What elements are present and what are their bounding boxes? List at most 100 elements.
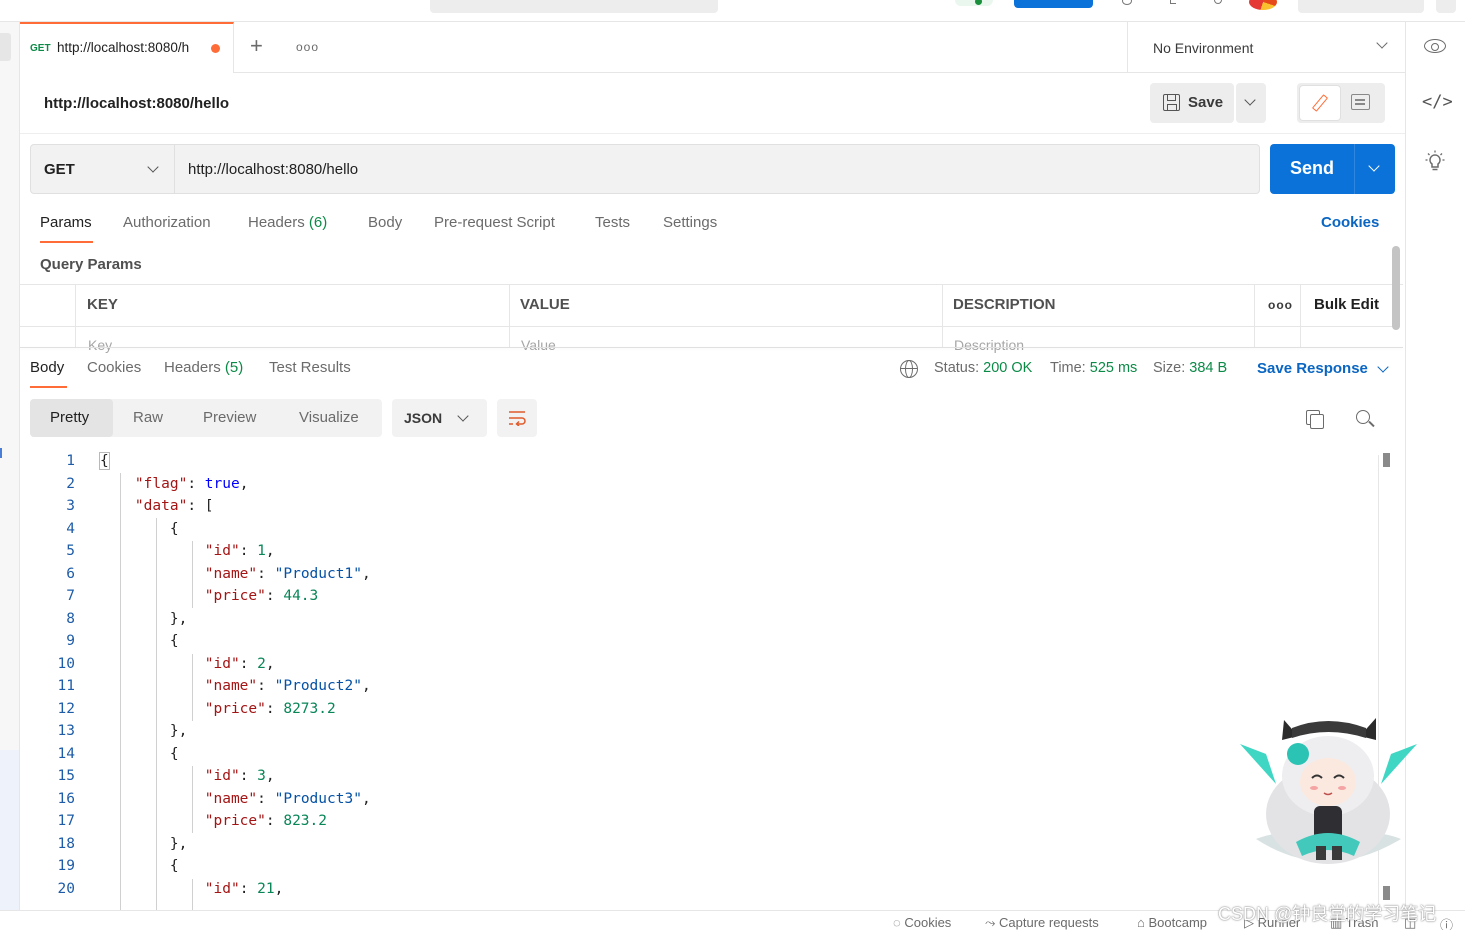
json-value-id: 3 (257, 768, 266, 784)
json-key-id: "id" (204, 655, 240, 672)
statusbar-capture-requests[interactable]: ⤳ Capture requests (985, 915, 1099, 930)
response-body-editor[interactable]: 1{ 2 "flag": true, 3 "data": [ 4 { 5 "id… (20, 451, 1385, 910)
top-header-strip (0, 0, 1465, 22)
json-value-id: 21 (257, 880, 275, 897)
line-number: 10 (57, 655, 75, 672)
line-number: 17 (57, 813, 75, 829)
column-divider (1254, 284, 1255, 348)
line-number: 12 (57, 700, 75, 717)
sidebar-active-item[interactable] (0, 33, 11, 61)
upgrade-button[interactable] (1298, 0, 1424, 13)
key-input[interactable]: Key (88, 337, 112, 353)
mascot-illustration (1240, 718, 1417, 864)
statusbar-cookies-label: Cookies (904, 915, 952, 930)
line-number: 20 (57, 880, 75, 897)
column-divider (509, 284, 510, 348)
tab-prerequest-script[interactable]: Pre-request Script (434, 214, 555, 231)
new-tab-plus-icon[interactable]: + (250, 33, 263, 59)
statusbar-bootcamp[interactable]: ⌂ Bootcamp (1137, 915, 1207, 930)
code-icon[interactable]: </> (1422, 92, 1453, 112)
editor-scrollbar-bottom[interactable] (1383, 886, 1390, 900)
method-select-label: GET (44, 161, 75, 178)
query-params-title: Query Params (40, 256, 142, 273)
global-search-bar[interactable] (430, 0, 718, 13)
size-label: Size: (1153, 360, 1186, 376)
environment-label: No Environment (1153, 40, 1254, 56)
response-tab-cookies[interactable]: Cookies (87, 359, 141, 376)
window-control[interactable] (1436, 0, 1456, 13)
line-number: 15 (57, 768, 75, 784)
globe-icon[interactable] (900, 360, 918, 378)
size-readout: Size: 384 B (1153, 360, 1227, 376)
line-number: 19 (57, 858, 75, 874)
column-header-key: KEY (87, 296, 118, 313)
tab-settings[interactable]: Settings (663, 214, 717, 231)
more-options-icon[interactable]: ooo (1268, 298, 1293, 312)
column-header-description: DESCRIPTION (953, 296, 1056, 313)
description-input[interactable]: Description (954, 337, 1024, 353)
line-number: 13 (57, 723, 75, 739)
statusbar-capture-label: Capture requests (999, 915, 1099, 930)
statusbar-cookies[interactable]: ◌ Cookies (893, 915, 951, 930)
line-number: 3 (66, 498, 75, 514)
lightbulb-icon[interactable] (1425, 150, 1445, 174)
tab-method-label: GET (30, 43, 51, 54)
url-input[interactable] (175, 144, 1260, 194)
copy-icon[interactable] (1306, 410, 1324, 429)
response-tab-body[interactable]: Body (30, 359, 64, 376)
sidebar-marker (0, 448, 2, 458)
tab-tests[interactable]: Tests (595, 214, 630, 231)
sync-status-indicator (955, 0, 993, 6)
divider (20, 133, 1405, 134)
line-number: 4 (66, 520, 75, 537)
json-key-price: "price" (204, 813, 266, 829)
size-value: 384 B (1189, 360, 1228, 376)
view-raw-button[interactable]: Raw (133, 409, 163, 426)
response-pane-divider[interactable] (20, 347, 1403, 348)
tab-authorization[interactable]: Authorization (123, 214, 211, 231)
comment-icon[interactable] (1351, 94, 1370, 110)
watermark: CSDN @钟良堂的学习笔记 (1218, 904, 1437, 924)
help-icon[interactable]: ⓘ (1440, 915, 1453, 930)
notification-icon[interactable] (1170, 0, 1176, 4)
request-name[interactable]: http://localhost:8080/hello (44, 95, 229, 112)
eye-icon[interactable] (1424, 39, 1446, 53)
response-tab-test-results[interactable]: Test Results (269, 359, 351, 376)
line-number: 11 (57, 678, 75, 694)
line-number: 2 (66, 475, 75, 492)
response-headers-count: (5) (224, 359, 244, 376)
editor-scrollbar-top[interactable] (1383, 453, 1390, 467)
json-value-name: "Product3" (274, 790, 362, 807)
json-value-name: "Product1" (274, 565, 362, 582)
line-number: 8 (66, 610, 75, 627)
json-key-id: "id" (204, 880, 240, 897)
view-preview-button[interactable]: Preview (203, 409, 256, 426)
cookies-link[interactable]: Cookies (1321, 214, 1379, 231)
column-divider (942, 284, 943, 348)
response-tab-headers[interactable]: Headers (5) (164, 359, 243, 376)
active-tab-underline (30, 386, 67, 388)
json-key-id: "id" (204, 768, 240, 784)
json-value-price: 823.2 (283, 813, 327, 829)
json-key-name: "name" (204, 678, 258, 694)
response-tab-headers-label: Headers (164, 359, 221, 376)
save-icon (1163, 94, 1180, 111)
json-value-id: 1 (257, 543, 266, 559)
more-tabs-icon[interactable]: ooo (296, 40, 319, 54)
invite-button[interactable] (1014, 0, 1093, 8)
active-tab-underline (40, 241, 93, 243)
tab-body[interactable]: Body (368, 214, 402, 231)
chevron-down-icon[interactable] (1377, 361, 1389, 373)
tab-headers[interactable]: Headers (6) (248, 214, 327, 231)
value-input[interactable]: Value (521, 337, 556, 353)
view-visualize-button[interactable]: Visualize (299, 409, 359, 426)
json-value-flag: true (204, 475, 240, 492)
save-response-button[interactable]: Save Response (1257, 360, 1368, 377)
bulk-edit-button[interactable]: Bulk Edit (1314, 296, 1379, 313)
status-readout: Status: 200 OK (934, 360, 1032, 376)
tab-params[interactable]: Params (40, 214, 92, 231)
status-value: 200 OK (983, 360, 1033, 376)
line-number: 1 (66, 453, 75, 469)
search-icon[interactable] (1356, 410, 1370, 424)
request-scrollbar[interactable] (1392, 246, 1400, 330)
